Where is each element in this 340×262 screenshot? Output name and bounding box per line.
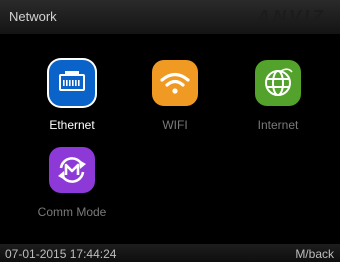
menu-item-internet[interactable]: Internet [230,60,326,150]
menu-item-label: Internet [257,118,299,132]
menu-item-ethernet[interactable]: Ethernet [24,60,120,150]
menu-item-wifi[interactable]: WIFI [127,60,223,150]
title-bar: Network ANVIZ [0,0,340,34]
menu-item-label: Ethernet [49,118,95,132]
comm-mode-icon [49,147,95,193]
menu-item-label: Comm Mode [37,205,107,219]
date-time: 07-01-2015 17:44:24 [5,247,117,261]
wifi-icon [152,60,198,106]
menu-item-label: WIFI [162,118,188,132]
status-bar: 07-01-2015 17:44:24 M/back [0,244,340,262]
page-title: Network [9,9,57,24]
menu-item-comm-mode[interactable]: Comm Mode [24,147,120,237]
ethernet-port-icon [49,60,95,106]
brand-logo: ANVIZ [257,7,326,27]
globe-icon [255,60,301,106]
device-screen: Network ANVIZ Ethernet WIFI Internet Com… [0,0,340,262]
back-hint[interactable]: M/back [295,247,334,261]
